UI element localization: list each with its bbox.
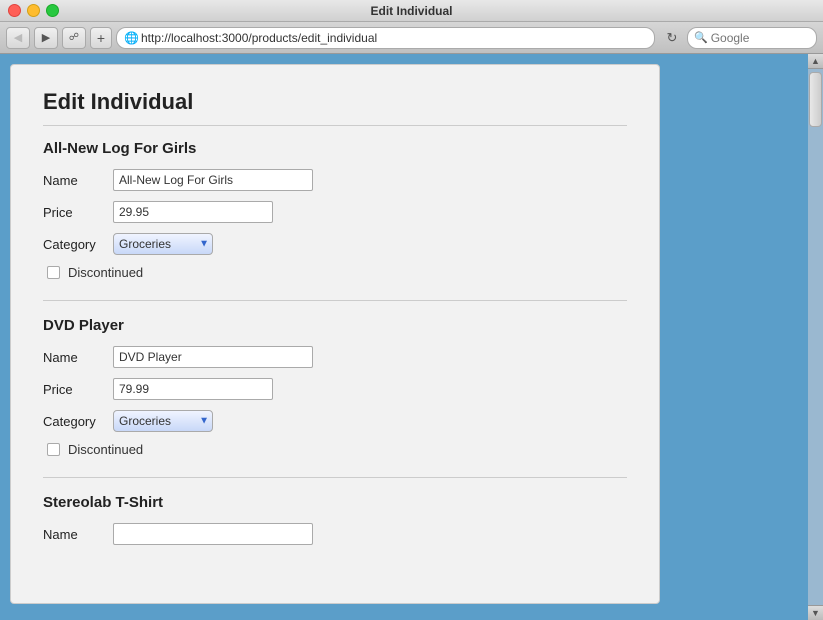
product-3-title: Stereolab T-Shirt xyxy=(43,494,627,511)
product-1-divider xyxy=(43,300,627,301)
product-2-divider xyxy=(43,477,627,478)
product-2-category-select[interactable]: Groceries Electronics Clothing Books xyxy=(113,410,213,432)
browser-body: Edit Individual All-New Log For Girls Na… xyxy=(0,54,823,620)
product-1-price-input[interactable] xyxy=(113,201,273,223)
reader-button[interactable]: ☍ xyxy=(62,27,86,49)
search-bar: 🔍 xyxy=(687,27,817,49)
product-3-name-row: Name xyxy=(43,523,627,545)
title-divider xyxy=(43,125,627,126)
back-button[interactable]: ◀ xyxy=(6,27,30,49)
product-section-3: Stereolab T-Shirt Name xyxy=(43,494,627,545)
forward-button[interactable]: ▶ xyxy=(34,27,58,49)
minimize-button[interactable] xyxy=(27,4,40,17)
product-1-name-label: Name xyxy=(43,173,113,188)
address-bar[interactable] xyxy=(116,27,655,49)
product-3-name-label: Name xyxy=(43,527,113,542)
window-title: Edit Individual xyxy=(370,4,452,18)
product-2-price-label: Price xyxy=(43,382,113,397)
product-1-category-row: Category Groceries Electronics Clothing … xyxy=(43,233,627,255)
product-1-category-select[interactable]: Groceries Electronics Clothing Books xyxy=(113,233,213,255)
product-2-discontinued-row: Discontinued xyxy=(43,442,627,457)
globe-icon: 🌐 xyxy=(124,31,139,45)
product-2-discontinued-checkbox[interactable] xyxy=(47,443,60,456)
content-area: Edit Individual All-New Log For Girls Na… xyxy=(0,54,823,620)
product-2-category-label: Category xyxy=(43,414,113,429)
add-tab-button[interactable]: + xyxy=(90,27,112,49)
product-1-price-row: Price xyxy=(43,201,627,223)
title-bar: Edit Individual xyxy=(0,0,823,22)
product-2-name-row: Name xyxy=(43,346,627,368)
product-1-discontinued-label[interactable]: Discontinued xyxy=(68,265,143,280)
window-controls xyxy=(8,4,59,17)
toolbar: ◀ ▶ ☍ + 🌐 ↻ 🔍 xyxy=(0,22,823,54)
maximize-button[interactable] xyxy=(46,4,59,17)
product-1-discontinued-row: Discontinued xyxy=(43,265,627,280)
product-2-name-label: Name xyxy=(43,350,113,365)
product-1-title: All-New Log For Girls xyxy=(43,140,627,157)
product-1-category-wrapper: Groceries Electronics Clothing Books ▼ xyxy=(113,233,213,255)
product-section-2: DVD Player Name Price Category Groceries… xyxy=(43,317,627,457)
product-2-category-wrapper: Groceries Electronics Clothing Books ▼ xyxy=(113,410,213,432)
product-section-1: All-New Log For Girls Name Price Categor… xyxy=(43,140,627,280)
scrollbar-up-button[interactable]: ▲ xyxy=(808,54,823,69)
address-bar-wrapper: 🌐 xyxy=(116,27,655,49)
product-1-discontinued-checkbox[interactable] xyxy=(47,266,60,279)
search-input[interactable] xyxy=(711,31,801,45)
product-2-discontinued-label[interactable]: Discontinued xyxy=(68,442,143,457)
product-1-name-row: Name xyxy=(43,169,627,191)
page-title: Edit Individual xyxy=(43,89,627,115)
reload-button[interactable]: ↻ xyxy=(661,27,683,49)
product-2-category-row: Category Groceries Electronics Clothing … xyxy=(43,410,627,432)
product-1-name-input[interactable] xyxy=(113,169,313,191)
scrollbar: ▲ ▼ xyxy=(808,54,823,620)
product-2-price-row: Price xyxy=(43,378,627,400)
scrollbar-thumb[interactable] xyxy=(809,72,822,127)
product-1-category-label: Category xyxy=(43,237,113,252)
product-2-name-input[interactable] xyxy=(113,346,313,368)
product-2-price-input[interactable] xyxy=(113,378,273,400)
search-icon: 🔍 xyxy=(694,31,708,44)
product-3-name-input[interactable] xyxy=(113,523,313,545)
product-1-price-label: Price xyxy=(43,205,113,220)
close-button[interactable] xyxy=(8,4,21,17)
product-2-title: DVD Player xyxy=(43,317,627,334)
scrollbar-down-button[interactable]: ▼ xyxy=(808,605,823,620)
page-card: Edit Individual All-New Log For Girls Na… xyxy=(10,64,660,604)
